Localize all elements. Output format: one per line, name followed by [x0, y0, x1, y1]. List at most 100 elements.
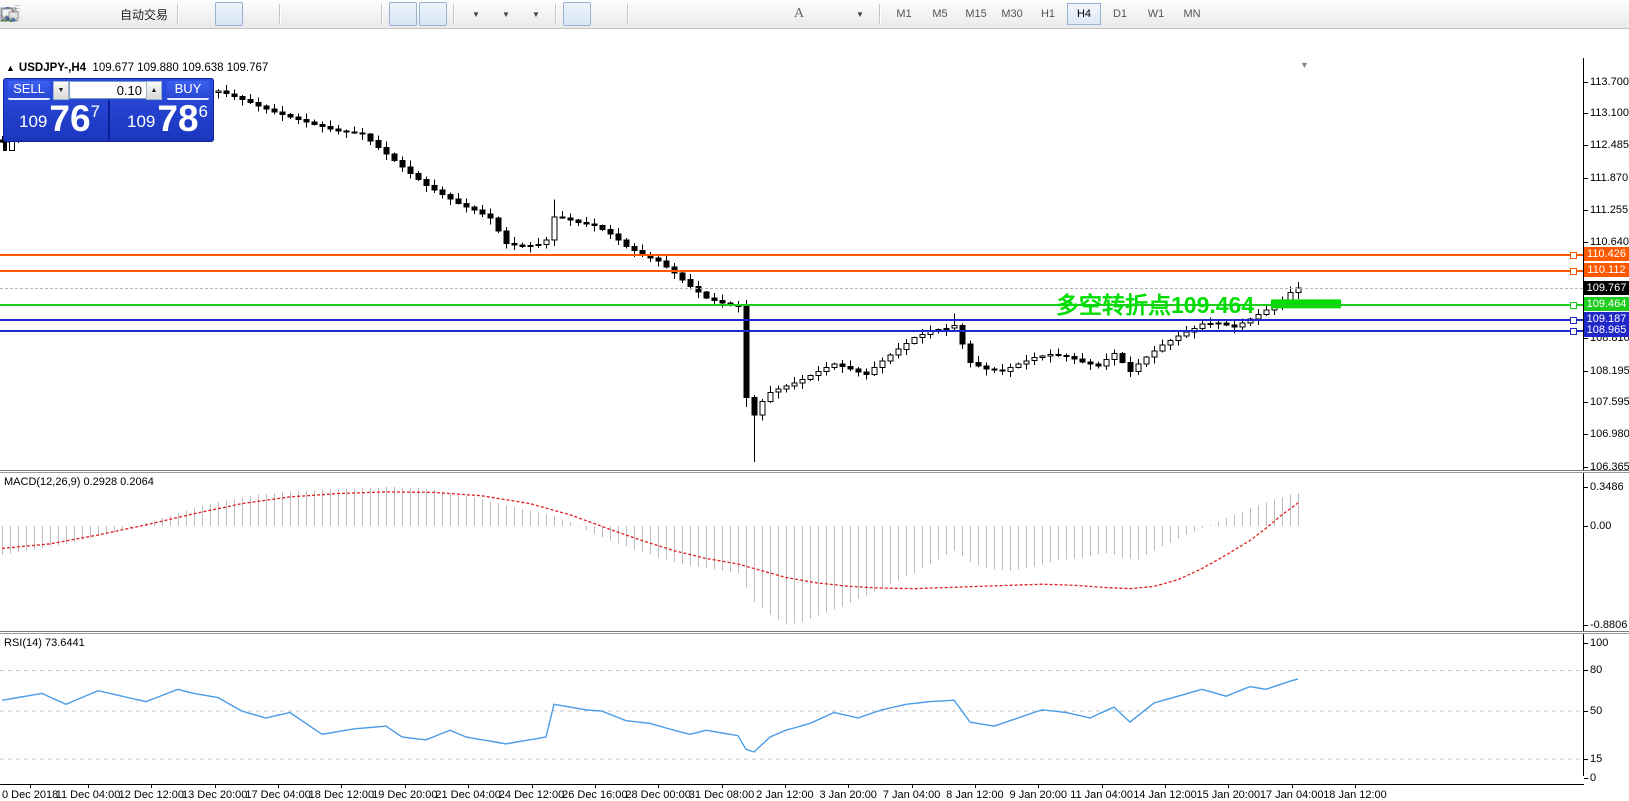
macd-pane[interactable] [0, 473, 1583, 631]
price-badge-108.965: 108.965 [1584, 323, 1629, 337]
rsi-axis-label: 100 [1590, 637, 1608, 649]
axis-tick [1584, 113, 1588, 114]
collapse-arrow-icon[interactable]: ▲ [6, 63, 15, 73]
time-axis-label: 12 Dec 12:00 [119, 789, 184, 801]
level-line-handle[interactable] [1570, 252, 1577, 259]
timeframe-button-w1[interactable]: W1 [1139, 3, 1173, 25]
sell-price[interactable]: 109 76 7 [19, 102, 100, 136]
horizontal-level-line[interactable] [0, 270, 1583, 272]
signal-icon[interactable] [84, 2, 112, 26]
time-axis-label: 24 Dec 12:00 [499, 789, 564, 801]
rsi-pane[interactable] [0, 634, 1583, 784]
horizontal-level-line[interactable] [0, 330, 1583, 332]
indicators-icon[interactable]: ▼ [461, 2, 489, 26]
trendline-tool-icon[interactable] [695, 2, 723, 26]
axis-tick [1584, 402, 1588, 403]
chat-icon[interactable] [1593, 2, 1621, 26]
candlestick-chart-type-icon[interactable] [215, 2, 243, 26]
timeframe-button-h1[interactable]: H1 [1031, 3, 1065, 25]
time-axis-tick [658, 784, 659, 788]
bar-chart-type-icon[interactable] [185, 2, 213, 26]
timeframe-button-h4[interactable]: H4 [1067, 3, 1101, 25]
auto-trading-label: 自动交易 [120, 6, 168, 23]
axis-tick [1584, 467, 1588, 468]
axis-tick [1584, 526, 1588, 527]
price-axis-label: 113.700 [1590, 76, 1629, 88]
periods-dropdown-caret[interactable]: ▼ [502, 10, 510, 19]
zoom-out-icon[interactable] [317, 2, 345, 26]
price-axis-label: 107.595 [1590, 396, 1629, 408]
indicators-dropdown-caret[interactable]: ▼ [472, 10, 480, 19]
vertical-line-tool-icon[interactable] [635, 2, 663, 26]
horizontal-level-line[interactable] [0, 304, 1583, 306]
axis-tick [1584, 643, 1588, 644]
level-line-handle[interactable] [1570, 328, 1577, 335]
timeframe-button-m5[interactable]: M5 [923, 3, 957, 25]
volume-input[interactable] [69, 81, 147, 99]
macd-indicator-label: MACD(12,26,9) 0.2928 0.2064 [4, 476, 154, 488]
horizontal-line-tool-icon[interactable] [665, 2, 693, 26]
community-icon[interactable] [54, 2, 82, 26]
pane-splitter[interactable] [0, 631, 1629, 634]
chart-shift-marker-icon[interactable]: ▼ [1300, 60, 1309, 70]
axis-tick [1584, 434, 1588, 435]
search-icon[interactable] [1563, 2, 1591, 26]
cursor-tool-icon[interactable] [563, 2, 591, 26]
level-line-handle[interactable] [1570, 302, 1577, 309]
sell-button[interactable]: SELL [8, 81, 50, 100]
line-chart-type-icon[interactable] [245, 2, 273, 26]
timeframe-button-m30[interactable]: M30 [995, 3, 1029, 25]
price-axis-label: 111.255 [1590, 204, 1628, 216]
chart-title: ▲USDJPY-,H4 109.677 109.880 109.638 109.… [6, 62, 268, 74]
crosshair-tool-icon[interactable] [593, 2, 621, 26]
candlestick-pane[interactable] [0, 59, 1583, 470]
time-axis-tick [848, 784, 849, 788]
time-axis-tick [785, 784, 786, 788]
axis-tick [1584, 625, 1588, 626]
time-axis-label: 2 Jan 12:00 [756, 789, 814, 801]
fibonacci-tool-icon[interactable]: F [755, 2, 783, 26]
timeframe-button-mn[interactable]: MN [1175, 3, 1209, 25]
text-tool-icon[interactable]: A [785, 2, 813, 26]
rsi-axis-label: 15 [1590, 753, 1602, 765]
panel-divider [108, 100, 110, 140]
gold-bars-icon[interactable] [24, 2, 52, 26]
rsi-axis-label: 50 [1590, 705, 1602, 717]
tile-windows-icon[interactable] [347, 2, 375, 26]
time-axis-tick [1228, 784, 1229, 788]
templates-icon[interactable]: ▼ [521, 2, 549, 26]
time-axis-label: 19 Dec 20:00 [372, 789, 437, 801]
timeframe-button-m1[interactable]: M1 [887, 3, 921, 25]
text-label-tool-icon[interactable]: T [815, 2, 843, 26]
templates-dropdown-caret[interactable]: ▼ [532, 10, 540, 19]
pane-splitter[interactable] [0, 470, 1629, 473]
auto-trading-button[interactable]: 自动交易 [114, 2, 171, 26]
time-axis-label: 7 Jan 04:00 [883, 789, 941, 801]
time-axis-tick [215, 784, 216, 788]
zoom-in-icon[interactable] [287, 2, 315, 26]
time-axis-tick [1038, 784, 1039, 788]
price-badge-110.426: 110.426 [1584, 247, 1629, 261]
horizontal-level-line[interactable] [0, 319, 1583, 321]
buy-price[interactable]: 109 78 6 [127, 102, 208, 136]
timeframe-button-m15[interactable]: M15 [959, 3, 993, 25]
equidistant-channel-tool-icon[interactable]: E [725, 2, 753, 26]
time-axis-line [0, 784, 1584, 785]
toolbar-separator [381, 4, 383, 24]
axis-tick [1584, 82, 1588, 83]
auto-scroll-icon[interactable] [389, 2, 417, 26]
turning-point-annotation: 多空转折点109.464 [1056, 286, 1254, 320]
chart-window[interactable]: ▲USDJPY-,H4 109.677 109.880 109.638 109.… [0, 29, 1629, 776]
arrows-dropdown-caret[interactable]: ▼ [856, 10, 864, 19]
time-axis-tick [341, 784, 342, 788]
timeframe-button-d1[interactable]: D1 [1103, 3, 1137, 25]
periods-icon[interactable]: ▼ [491, 2, 519, 26]
toolbar-separator [627, 4, 629, 24]
arrows-tool-icon[interactable]: ▼ [845, 2, 873, 26]
chart-shift-icon[interactable] [419, 2, 447, 26]
timeframe-toolbar: M1M5M15M30H1H4D1W1MN [886, 3, 1210, 25]
time-axis-label: 3 Jan 20:00 [819, 789, 877, 801]
level-line-handle[interactable] [1570, 268, 1577, 275]
horizontal-level-line[interactable] [0, 254, 1583, 256]
level-line-handle[interactable] [1570, 317, 1577, 324]
